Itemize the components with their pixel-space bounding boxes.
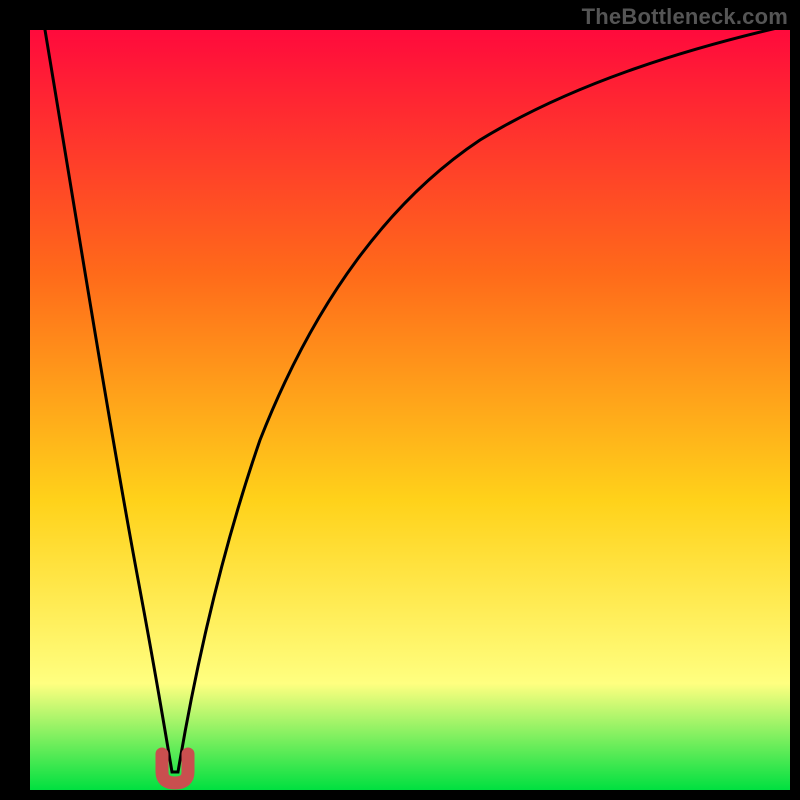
chart-frame: TheBottleneck.com (0, 0, 800, 800)
watermark-text: TheBottleneck.com (582, 4, 788, 30)
gradient-fill (30, 30, 790, 790)
plot-area (30, 30, 790, 790)
